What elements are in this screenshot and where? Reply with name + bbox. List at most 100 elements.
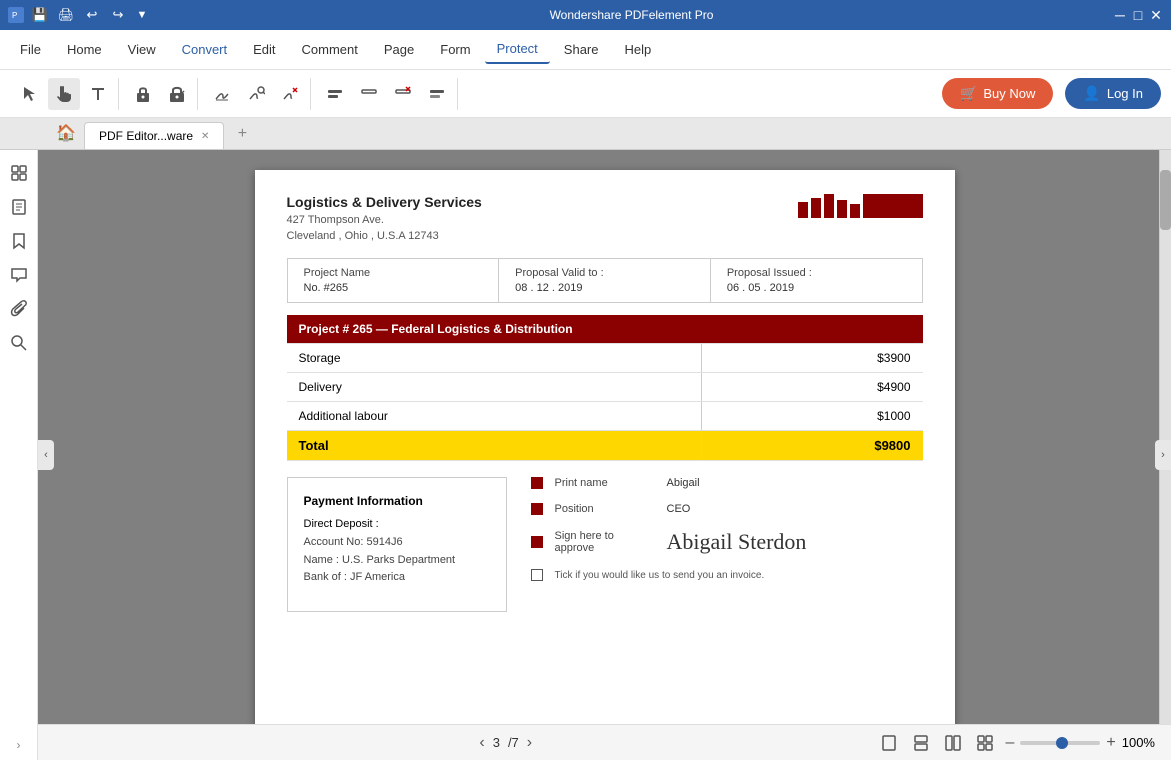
undo-icon[interactable]: ↩ [82, 5, 102, 25]
zoom-slider-thumb[interactable] [1056, 737, 1068, 749]
menu-form[interactable]: Form [428, 36, 482, 63]
single-page-view-button[interactable] [877, 731, 901, 755]
zoom-out-button[interactable]: – [1005, 734, 1014, 752]
sig-print-label: Print name [555, 477, 655, 489]
menu-share[interactable]: Share [552, 36, 611, 63]
toolbar-lock-group [123, 78, 198, 110]
status-bar: ‹ 3 /7 › – [38, 724, 1171, 760]
total-pages: /7 [508, 735, 519, 750]
window-controls: ─ □ ✕ [1113, 8, 1163, 22]
address-line2: Cleveland , Ohio , U.S.A 12743 [287, 230, 482, 242]
menu-convert[interactable]: Convert [170, 36, 240, 63]
bar-wide [863, 194, 923, 218]
buy-now-button[interactable]: 🛒 Buy Now [942, 78, 1053, 109]
grid-view-button[interactable] [973, 731, 997, 755]
sidebar-bookmark-icon[interactable] [4, 226, 34, 256]
sidebar-comment-icon[interactable] [4, 260, 34, 290]
document-tab[interactable]: PDF Editor...ware ✕ [84, 122, 224, 149]
hand-tool-button[interactable] [48, 78, 80, 110]
clear-sign-button[interactable] [274, 78, 306, 110]
sig-row-print-name: Print name Abigail [531, 477, 923, 489]
lock-password-button[interactable] [127, 78, 159, 110]
main-layout: › ‹ › Logistics & Delivery Services 427 … [0, 150, 1171, 760]
bar-4 [837, 200, 847, 218]
vertical-scrollbar[interactable] [1159, 150, 1171, 724]
continuous-view-button[interactable] [909, 731, 933, 755]
sig-sign-label: Sign here to approve [555, 530, 655, 554]
bar-3 [824, 194, 834, 218]
text-tool-button[interactable] [82, 78, 114, 110]
find-sign-button[interactable] [240, 78, 272, 110]
tab-close-button[interactable]: ✕ [201, 131, 209, 142]
payment-box: Payment Information Direct Deposit : Acc… [287, 477, 507, 612]
maximize-button[interactable]: □ [1131, 8, 1145, 22]
meta-valid-to: Proposal Valid to : 08 . 12 . 2019 [499, 259, 711, 302]
prev-page-button[interactable]: ‹ [479, 734, 484, 752]
sig-checkbox-tick [531, 569, 543, 581]
new-tab-button[interactable]: + [230, 122, 254, 146]
item-name-labour: Additional labour [287, 402, 702, 431]
menu-page[interactable]: Page [372, 36, 426, 63]
menu-file[interactable]: File [8, 36, 53, 63]
sidebar-thumbnail-icon[interactable] [4, 158, 34, 188]
menu-view[interactable]: View [116, 36, 168, 63]
logo-bars [798, 194, 923, 218]
sidebar-collapse-button[interactable]: › [17, 738, 21, 752]
menu-edit[interactable]: Edit [241, 36, 287, 63]
sidebar-search-icon[interactable] [4, 328, 34, 358]
menu-home[interactable]: Home [55, 36, 114, 63]
toolbar: 🛒 Buy Now 👤 Log In [0, 70, 1171, 118]
home-tab-icon[interactable]: 🏠 [50, 117, 82, 149]
toolbar-sign-group [202, 78, 311, 110]
zoom-in-button[interactable]: + [1106, 734, 1115, 752]
scrollbar-thumb[interactable] [1160, 170, 1171, 230]
user-icon: 👤 [1083, 85, 1100, 102]
sig-row-position: Position CEO [531, 503, 923, 515]
left-sidebar: › [0, 150, 38, 760]
payment-title: Payment Information [304, 494, 490, 508]
menu-bar: File Home View Convert Edit Comment Page… [0, 30, 1171, 70]
tab-label: PDF Editor...ware [99, 129, 193, 143]
app-icon: P [8, 7, 24, 23]
right-panel-toggle[interactable]: › [1155, 440, 1171, 470]
menu-comment[interactable]: Comment [290, 36, 370, 63]
close-button[interactable]: ✕ [1149, 8, 1163, 22]
title-bar: P 💾 🖨 ↩ ↪ ▼ Wondershare PDFelement Pro ─… [0, 0, 1171, 30]
pdf-page: Logistics & Delivery Services 427 Thomps… [255, 170, 955, 750]
lock-permission-button[interactable] [161, 78, 193, 110]
svg-text:P: P [12, 11, 17, 20]
zoom-slider[interactable] [1020, 741, 1100, 745]
redact-button[interactable] [319, 78, 351, 110]
sidebar-pages-icon[interactable] [4, 192, 34, 222]
redo-icon[interactable]: ↪ [108, 5, 128, 25]
sign-button[interactable] [206, 78, 238, 110]
dropdown-icon[interactable]: ▼ [134, 7, 150, 23]
sig-position-label: Position [555, 503, 655, 515]
item-amount-delivery: $4900 [701, 373, 922, 402]
line-items-table: Project # 265 — Federal Logistics & Dist… [287, 315, 923, 461]
sidebar-attachment-icon[interactable] [4, 294, 34, 324]
tab-bar: 🏠 PDF Editor...ware ✕ + [0, 118, 1171, 150]
save-icon[interactable]: 💾 [30, 5, 50, 25]
direct-deposit-label: Direct Deposit : [304, 518, 490, 530]
payment-name: Name : U.S. Parks Department [304, 552, 490, 570]
next-page-button[interactable]: › [527, 734, 532, 752]
login-button[interactable]: 👤 Log In [1065, 78, 1161, 109]
print-icon[interactable]: 🖨 [56, 5, 76, 25]
status-right: – + 100% [877, 731, 1155, 755]
apply-redact-button[interactable] [421, 78, 453, 110]
two-page-view-button[interactable] [941, 731, 965, 755]
zoom-controls: – + 100% [1005, 734, 1155, 752]
total-label: Total [287, 431, 702, 461]
pdf-header: Logistics & Delivery Services 427 Thomps… [287, 194, 923, 242]
left-panel-toggle[interactable]: ‹ [38, 440, 54, 470]
menu-help[interactable]: Help [613, 36, 664, 63]
mark-redact-button[interactable] [353, 78, 385, 110]
unmark-redact-button[interactable] [387, 78, 419, 110]
address-line1: 427 Thompson Ave. [287, 214, 482, 226]
item-name-delivery: Delivery [287, 373, 702, 402]
select-tool-button[interactable] [14, 78, 46, 110]
minimize-button[interactable]: ─ [1113, 8, 1127, 22]
menu-protect[interactable]: Protect [485, 35, 550, 64]
item-name-storage: Storage [287, 344, 702, 373]
